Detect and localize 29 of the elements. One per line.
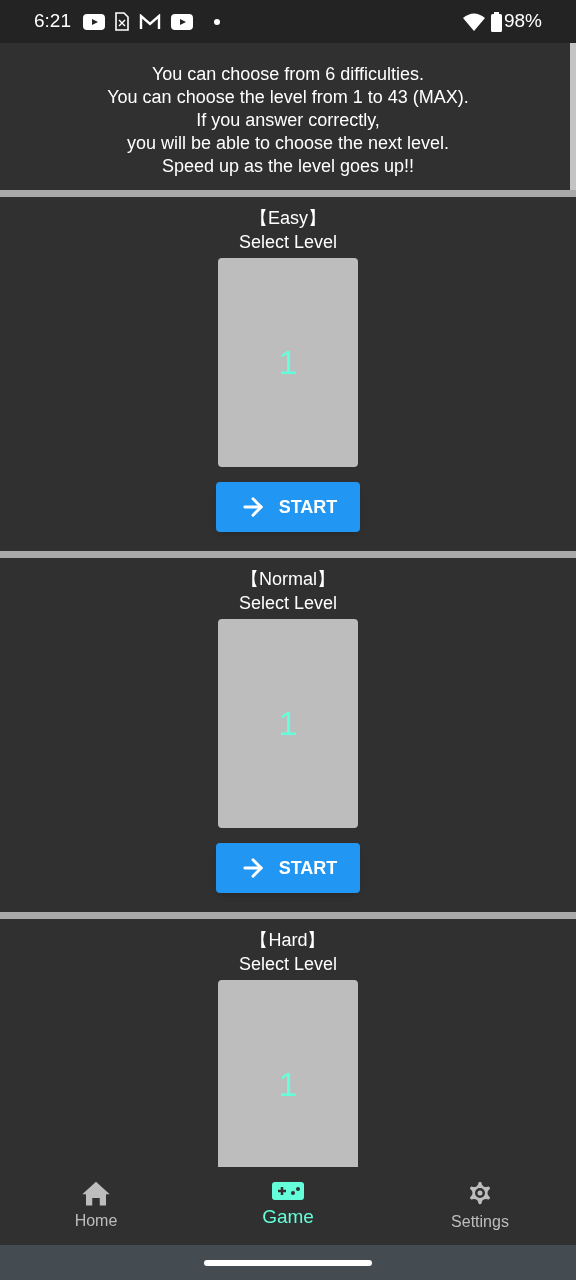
- mail-icon: [139, 13, 161, 30]
- gamepad-icon: [271, 1180, 305, 1201]
- difficulty-title: 【Hard】: [250, 929, 326, 952]
- wifi-icon: [462, 12, 485, 31]
- dot-icon: [213, 17, 221, 26]
- select-level-label: Select Level: [238, 592, 338, 615]
- select-level-label: Select Level: [238, 231, 338, 254]
- battery-icon: [490, 11, 502, 32]
- nav-tab[interactable]: Settings: [384, 1167, 576, 1245]
- play-icon: [83, 13, 105, 30]
- home-indicator[interactable]: [204, 1259, 372, 1266]
- clock: 6:21: [34, 9, 71, 34]
- start-button[interactable]: START: [216, 482, 360, 532]
- nav-tab[interactable]: Game: [192, 1167, 384, 1245]
- sim-card-icon: [115, 12, 129, 31]
- intro-text: If you answer correctly,: [196, 109, 380, 132]
- difficulty-title: 【Normal】: [241, 568, 335, 591]
- scrollbar-icon: [570, 43, 576, 190]
- select-level-label: Select Level: [238, 953, 338, 976]
- intro-text: Speed up as the level goes up!!: [161, 155, 415, 178]
- intro-text: you will be able to choose the next level.: [126, 132, 450, 155]
- intro-text: You can choose the level from 1 to 43 (MAX).: [107, 86, 469, 109]
- home-icon: [81, 1179, 111, 1207]
- play-icon: [171, 13, 193, 30]
- battery-percent: 98%: [503, 9, 542, 34]
- intro-text: You can choose from 6 difficulties.: [151, 63, 425, 86]
- start-button[interactable]: START: [216, 843, 360, 893]
- nav-tab[interactable]: Home: [0, 1167, 192, 1245]
- difficulty-title: 【Easy】: [250, 207, 326, 230]
